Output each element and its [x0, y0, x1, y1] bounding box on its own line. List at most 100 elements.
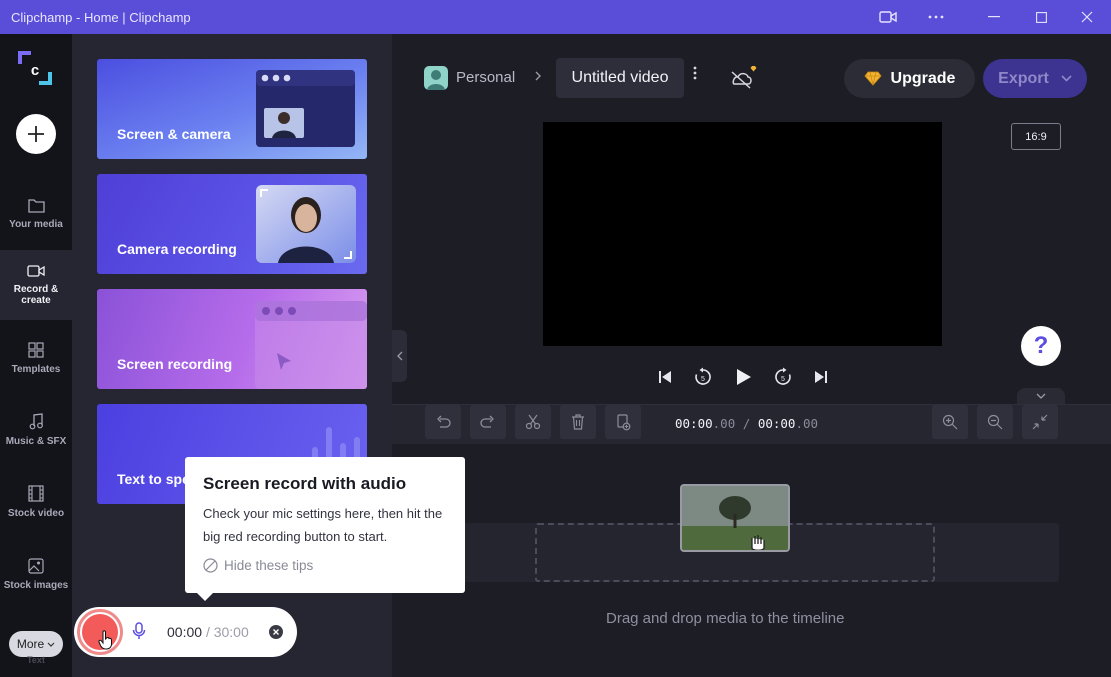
dragged-media-thumbnail[interactable] — [680, 484, 790, 552]
left-rail: c Your media Record & create Templates M… — [0, 34, 72, 677]
split-button[interactable] — [515, 405, 551, 439]
skip-to-start-icon[interactable] — [654, 366, 676, 388]
chevron-left-icon — [396, 351, 402, 361]
time-total-frac: .00 — [795, 416, 819, 431]
timeline-empty-text: Drag and drop media to the timeline — [606, 610, 845, 627]
folder-icon — [27, 199, 45, 213]
card-label: Screen recording — [117, 356, 233, 372]
redo-button[interactable] — [470, 405, 506, 439]
scissors-icon — [525, 414, 541, 430]
card-label: Text to spe — [117, 471, 190, 487]
templates-icon — [28, 341, 44, 358]
clipchamp-logo-icon[interactable]: c — [17, 50, 53, 86]
more-label: More — [16, 637, 45, 651]
hide-tips-label: Hide these tips — [224, 558, 314, 573]
collapse-timeline-button[interactable] — [1017, 388, 1065, 404]
rail-item-your-media[interactable]: Your media — [0, 179, 72, 249]
undo-icon — [437, 415, 451, 428]
rail-label: Templates — [11, 363, 61, 375]
close-window-icon[interactable] — [1065, 0, 1109, 34]
hide-tips-link[interactable]: Hide these tips — [203, 558, 313, 573]
microphone-icon — [132, 622, 146, 639]
screen-camera-illustration — [256, 70, 355, 147]
video-title-field[interactable]: Untitled video — [556, 58, 684, 98]
title-bar: Clipchamp - Home | Clipchamp — [0, 0, 1111, 34]
timecode: 00:00.00 / 00:00.00 — [675, 416, 818, 431]
rail-item-templates[interactable]: Templates — [0, 323, 72, 393]
maximize-icon[interactable] — [1019, 0, 1063, 34]
rail-item-stock-video[interactable]: Stock video — [0, 467, 72, 537]
create-new-button[interactable] — [16, 114, 56, 154]
recording-limit: / 30:00 — [205, 624, 249, 640]
delete-button[interactable] — [560, 405, 596, 439]
tip-title: Screen record with audio — [203, 474, 407, 493]
collapse-panel-button[interactable] — [392, 330, 407, 382]
redo-icon — [480, 415, 494, 428]
svg-text:c: c — [31, 62, 39, 79]
rail-label: Stock video — [7, 508, 65, 519]
fit-timeline-button[interactable] — [1022, 405, 1058, 439]
export-button[interactable]: Export — [983, 59, 1087, 98]
rail-item-record-create[interactable]: Record & create — [0, 250, 72, 320]
chevron-down-icon — [1036, 393, 1046, 399]
rail-faded-label: Text — [27, 655, 45, 665]
recording-elapsed: 00:00 — [167, 624, 203, 640]
time-total: 00:00 — [757, 416, 796, 431]
help-icon: ? — [1033, 332, 1049, 359]
time-current-frac: .00 — [712, 416, 736, 431]
video-preview[interactable] — [543, 122, 942, 346]
duplicate-button[interactable] — [605, 405, 641, 439]
image-icon — [28, 557, 44, 574]
rail-label: Your media — [9, 219, 63, 230]
card-screen-recording[interactable]: Screen recording — [97, 289, 367, 389]
recording-tip-popover: Screen record with audio Check your mic … — [185, 457, 465, 601]
plus-icon — [28, 126, 44, 142]
workspace-avatar[interactable] — [424, 66, 448, 90]
forward-5s-icon[interactable]: 5 — [772, 366, 794, 388]
rail-label: Stock images — [3, 579, 69, 591]
title-menu-icon[interactable] — [693, 66, 697, 85]
camera-recording-illustration — [256, 185, 356, 263]
rail-item-stock-images[interactable]: Stock images — [0, 539, 72, 609]
diamond-icon — [864, 71, 882, 86]
svg-text:5: 5 — [781, 376, 785, 383]
hide-icon — [203, 558, 218, 573]
window-title: Clipchamp - Home | Clipchamp — [11, 9, 191, 25]
upgrade-label: Upgrade — [890, 69, 956, 87]
duplicate-icon — [617, 413, 631, 430]
help-button[interactable]: ? — [1021, 326, 1061, 366]
rewind-5s-icon[interactable]: 5 — [692, 366, 714, 388]
export-label: Export — [998, 69, 1049, 87]
microphone-button[interactable] — [132, 622, 146, 645]
card-screen-camera[interactable]: Screen & camera — [97, 59, 367, 159]
trash-icon — [572, 414, 584, 430]
music-note-icon — [29, 413, 43, 430]
camera-icon — [27, 265, 45, 277]
tip-body: Check your mic settings here, then hit t… — [203, 506, 443, 544]
time-current: 00:00 — [675, 416, 713, 431]
more-options-icon[interactable] — [914, 0, 958, 34]
camera-icon[interactable] — [866, 0, 910, 34]
more-button[interactable]: More — [9, 631, 63, 657]
recording-timer: 00:00 / 30:00 — [167, 624, 249, 640]
skip-to-end-icon[interactable] — [810, 366, 832, 388]
collapse-arrows-icon — [1032, 414, 1048, 430]
card-camera-recording[interactable]: Camera recording — [97, 174, 367, 274]
minimize-icon[interactable] — [972, 0, 1016, 34]
undo-button[interactable] — [425, 405, 461, 439]
upgrade-button[interactable]: Upgrade — [844, 59, 975, 98]
rail-item-music-sfx[interactable]: Music & SFX — [0, 395, 72, 465]
card-label: Screen & camera — [117, 126, 231, 142]
breadcrumb-workspace[interactable]: Personal — [456, 69, 515, 86]
card-label: Camera recording — [117, 241, 237, 257]
aspect-ratio-button[interactable]: 16:9 — [1011, 123, 1061, 150]
play-icon[interactable] — [732, 366, 754, 388]
chevron-down-icon — [47, 642, 55, 647]
zoom-out-button[interactable] — [977, 405, 1013, 439]
close-recorder-icon[interactable] — [269, 625, 283, 639]
breadcrumb-chevron-icon — [534, 69, 542, 86]
film-icon — [28, 485, 44, 502]
cloud-sync-off-icon[interactable] — [728, 64, 758, 95]
chevron-down-icon — [1061, 75, 1072, 82]
zoom-in-button[interactable] — [932, 405, 968, 439]
